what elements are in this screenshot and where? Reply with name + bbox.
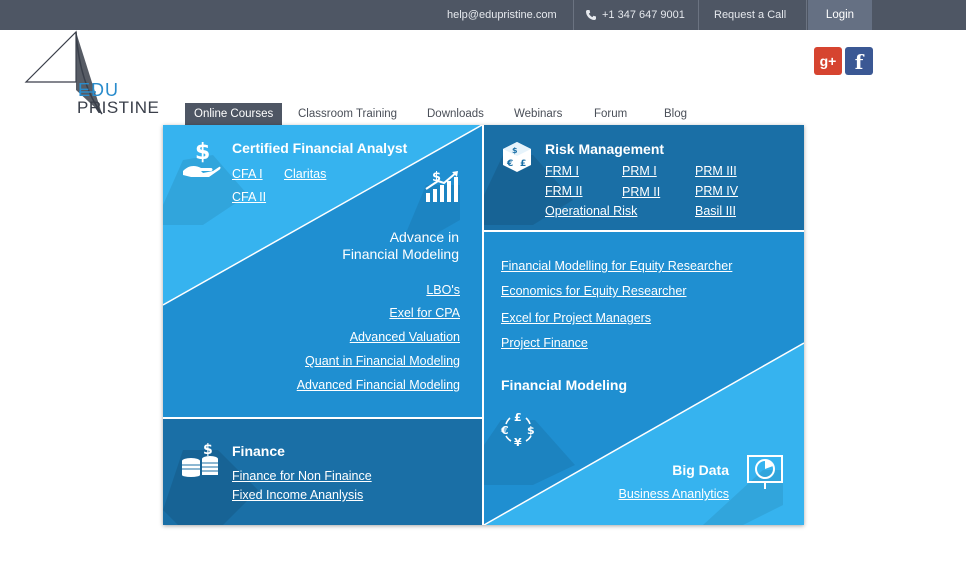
link-fm-equity-researcher[interactable]: Financial Modelling for Equity Researche… (501, 259, 732, 273)
link-cfa-2[interactable]: CFA II (232, 190, 266, 204)
login-button[interactable]: Login (808, 0, 872, 30)
link-excel-for-cpa[interactable]: Exel for CPA (389, 306, 460, 320)
svg-text:€: € (500, 424, 509, 437)
svg-text:$: $ (512, 146, 518, 155)
topbar-divider (806, 0, 807, 30)
link-quant-in-fm[interactable]: Quant in Financial Modeling (305, 354, 460, 368)
link-basil-3[interactable]: Basil III (695, 204, 736, 218)
presentation-pie-chart-icon (747, 455, 783, 489)
link-project-finance[interactable]: Project Finance (501, 336, 588, 350)
link-finance-non-finance[interactable]: Finance for Non Finaince (232, 469, 372, 483)
finance-title[interactable]: Finance (232, 443, 285, 459)
risk-title[interactable]: Risk Management (545, 141, 664, 157)
svg-text:$: $ (527, 424, 535, 437)
growth-chart-icon: $ (425, 170, 458, 202)
svg-text:$: $ (195, 140, 210, 165)
link-prm-4[interactable]: PRM IV (695, 184, 738, 198)
link-excel-project-managers[interactable]: Excel for Project Managers (501, 311, 651, 325)
topbar-divider (698, 0, 699, 30)
request-call-link[interactable]: Request a Call (714, 0, 786, 30)
link-advanced-valuation[interactable]: Advanced Valuation (350, 330, 460, 344)
nav-classroom-training[interactable]: Classroom Training (298, 103, 397, 125)
logo-text-pristine: PRISTINE (77, 98, 160, 117)
afm-title-line1[interactable]: Advance in (390, 229, 459, 245)
google-plus-icon[interactable]: g+ (814, 47, 842, 75)
nav-webinars[interactable]: Webinars (514, 103, 562, 125)
nav-downloads[interactable]: Downloads (427, 103, 484, 125)
facebook-icon[interactable]: f (845, 47, 873, 75)
link-lbos[interactable]: LBO's (426, 283, 460, 297)
fm-title[interactable]: Financial Modeling (501, 377, 627, 393)
link-business-analytics[interactable]: Business Ananlytics (619, 487, 729, 501)
link-claritas[interactable]: Claritas (284, 167, 326, 181)
support-email-link[interactable]: help@edupristine.com (447, 0, 557, 30)
phone-icon (586, 10, 596, 20)
link-cfa-1[interactable]: CFA I (232, 167, 263, 181)
link-prm-1[interactable]: PRM I (622, 164, 657, 178)
link-frm-1[interactable]: FRM I (545, 164, 579, 178)
link-advanced-fm[interactable]: Advanced Financial Modeling (297, 378, 460, 392)
link-prm-2[interactable]: PRM II (622, 185, 660, 199)
link-prm-3[interactable]: PRM III (695, 164, 737, 178)
link-fixed-income-analysis[interactable]: Fixed Income Ananlysis (232, 488, 363, 502)
support-phone-link[interactable]: +1 347 647 9001 (602, 0, 685, 30)
coin-stacks-icon: $ (182, 442, 218, 477)
currency-exchange-icon: £ € $ ¥ (500, 411, 535, 448)
currency-dice-icon: $ € £ (503, 142, 531, 172)
dollar-hand-icon: $ (183, 140, 221, 177)
svg-text:£: £ (514, 411, 522, 424)
online-courses-mega-menu: $ Certified Financial Analyst CFA I Clar… (163, 125, 804, 525)
svg-text:¥: ¥ (514, 436, 522, 448)
nav-forum[interactable]: Forum (594, 103, 627, 125)
nav-online-courses[interactable]: Online Courses (185, 103, 283, 125)
link-economics-equity-researcher[interactable]: Economics for Equity Researcher (501, 284, 687, 298)
bigdata-title[interactable]: Big Data (672, 462, 729, 478)
svg-text:£: £ (520, 159, 526, 169)
top-utility-bar: help@edupristine.com +1 347 647 9001 Req… (0, 0, 966, 30)
topbar-divider (573, 0, 574, 30)
svg-text:$: $ (203, 442, 213, 458)
link-operational-risk[interactable]: Operational Risk (545, 204, 637, 218)
afm-title-line2[interactable]: Financial Modeling (342, 246, 459, 262)
nav-blog[interactable]: Blog (664, 103, 687, 125)
link-frm-2[interactable]: FRM II (545, 184, 583, 198)
svg-text:€: € (506, 159, 513, 169)
cfa-title[interactable]: Certified Financial Analyst (232, 140, 407, 156)
